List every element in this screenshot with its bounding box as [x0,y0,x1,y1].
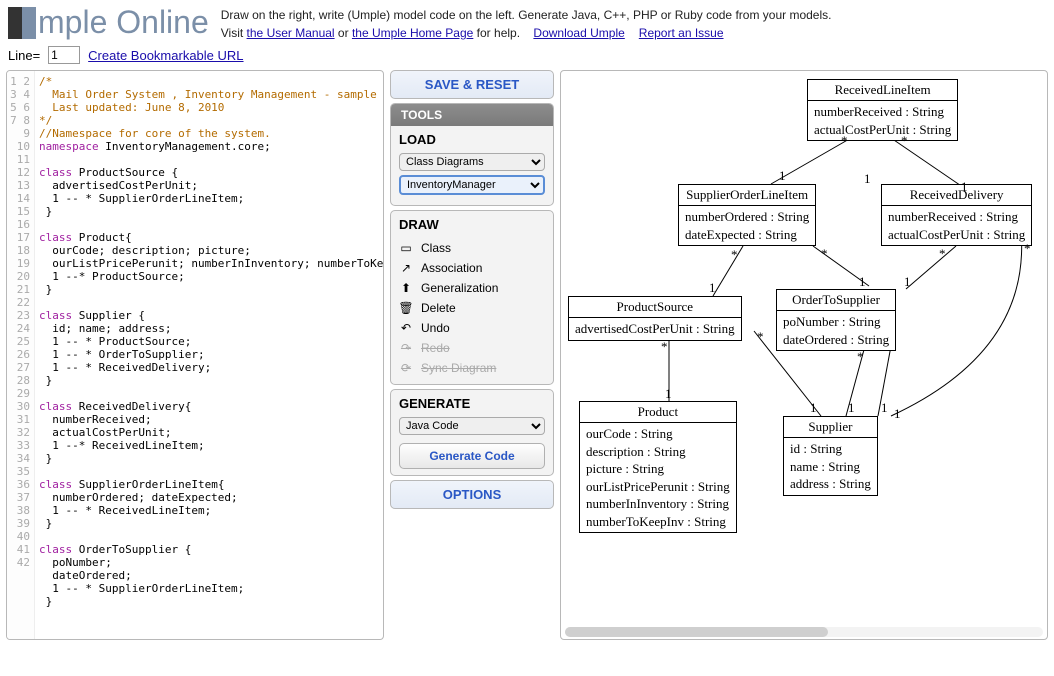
class-box[interactable]: Product ourCode : Stringdescription : St… [579,401,737,533]
select-example[interactable]: InventoryManager [399,175,545,195]
association-icon: ↗ [399,261,413,275]
association-lines [561,71,1047,639]
link-download[interactable]: Download Umple [533,26,624,40]
class-box[interactable]: ProductSource advertisedCostPerUnit : St… [568,296,742,341]
undo-icon: ↶ [399,321,413,335]
tool-generalization[interactable]: ⬆Generalization [399,278,545,298]
tool-delete[interactable]: 🗑Delete [399,298,545,318]
line-label: Line= [8,48,40,63]
diagram-canvas[interactable]: ReceivedLineItem numberReceived : String… [560,70,1048,640]
draw-title: DRAW [399,217,545,232]
redo-icon: ↷ [399,341,413,355]
class-box[interactable]: SupplierOrderLineItem numberOrdered : St… [678,184,816,246]
select-language[interactable]: Java Code [399,417,545,435]
tool-sync: ⟳Sync Diagram [399,358,545,378]
sync-icon: ⟳ [399,361,413,375]
class-box[interactable]: ReceivedLineItem numberReceived : String… [807,79,958,141]
link-user-manual[interactable]: the User Manual [247,26,335,40]
line-bar: Line= Create Bookmarkable URL [0,42,1054,70]
delete-icon: 🗑 [399,301,413,315]
brand-text: mple Online [38,4,209,41]
select-diagram-type[interactable]: Class Diagrams [399,153,545,171]
tagline-line1: Draw on the right, write (Umple) model c… [221,6,832,24]
load-title: LOAD [399,132,545,147]
code-area[interactable]: /* Mail Order System , Inventory Managem… [35,71,383,639]
tool-association[interactable]: ↗Association [399,258,545,278]
save-reset-button[interactable]: SAVE & RESET [390,70,554,99]
canvas-scrollbar[interactable] [565,627,1043,637]
class-box[interactable]: ReceivedDelivery numberReceived : String… [881,184,1032,246]
link-report-issue[interactable]: Report an Issue [639,26,724,40]
class-box[interactable]: OrderToSupplier poNumber : StringdateOrd… [776,289,896,351]
class-icon: ▭ [399,241,413,255]
link-bookmark[interactable]: Create Bookmarkable URL [88,48,243,63]
code-editor[interactable]: 1 2 3 4 5 6 7 8 9 10 11 12 13 14 15 16 1… [6,70,384,640]
generate-code-button[interactable]: Generate Code [399,443,545,469]
options-button[interactable]: OPTIONS [390,480,554,509]
tagline: Draw on the right, write (Umple) model c… [221,4,832,42]
tool-class[interactable]: ▭Class [399,238,545,258]
tools-panel: SAVE & RESET TOOLS LOAD Class Diagrams I… [390,70,554,640]
line-input[interactable] [48,46,80,64]
logo: mple Online [8,4,209,41]
line-gutter: 1 2 3 4 5 6 7 8 9 10 11 12 13 14 15 16 1… [7,71,35,639]
tools-header: TOOLS [391,104,553,126]
generate-title: GENERATE [399,396,545,411]
header: mple Online Draw on the right, write (Um… [0,0,1054,42]
link-home-page[interactable]: the Umple Home Page [352,26,473,40]
tool-redo: ↷Redo [399,338,545,358]
tool-undo[interactable]: ↶Undo [399,318,545,338]
generalization-icon: ⬆ [399,281,413,295]
class-box[interactable]: Supplier id : Stringname : Stringaddress… [783,416,878,496]
